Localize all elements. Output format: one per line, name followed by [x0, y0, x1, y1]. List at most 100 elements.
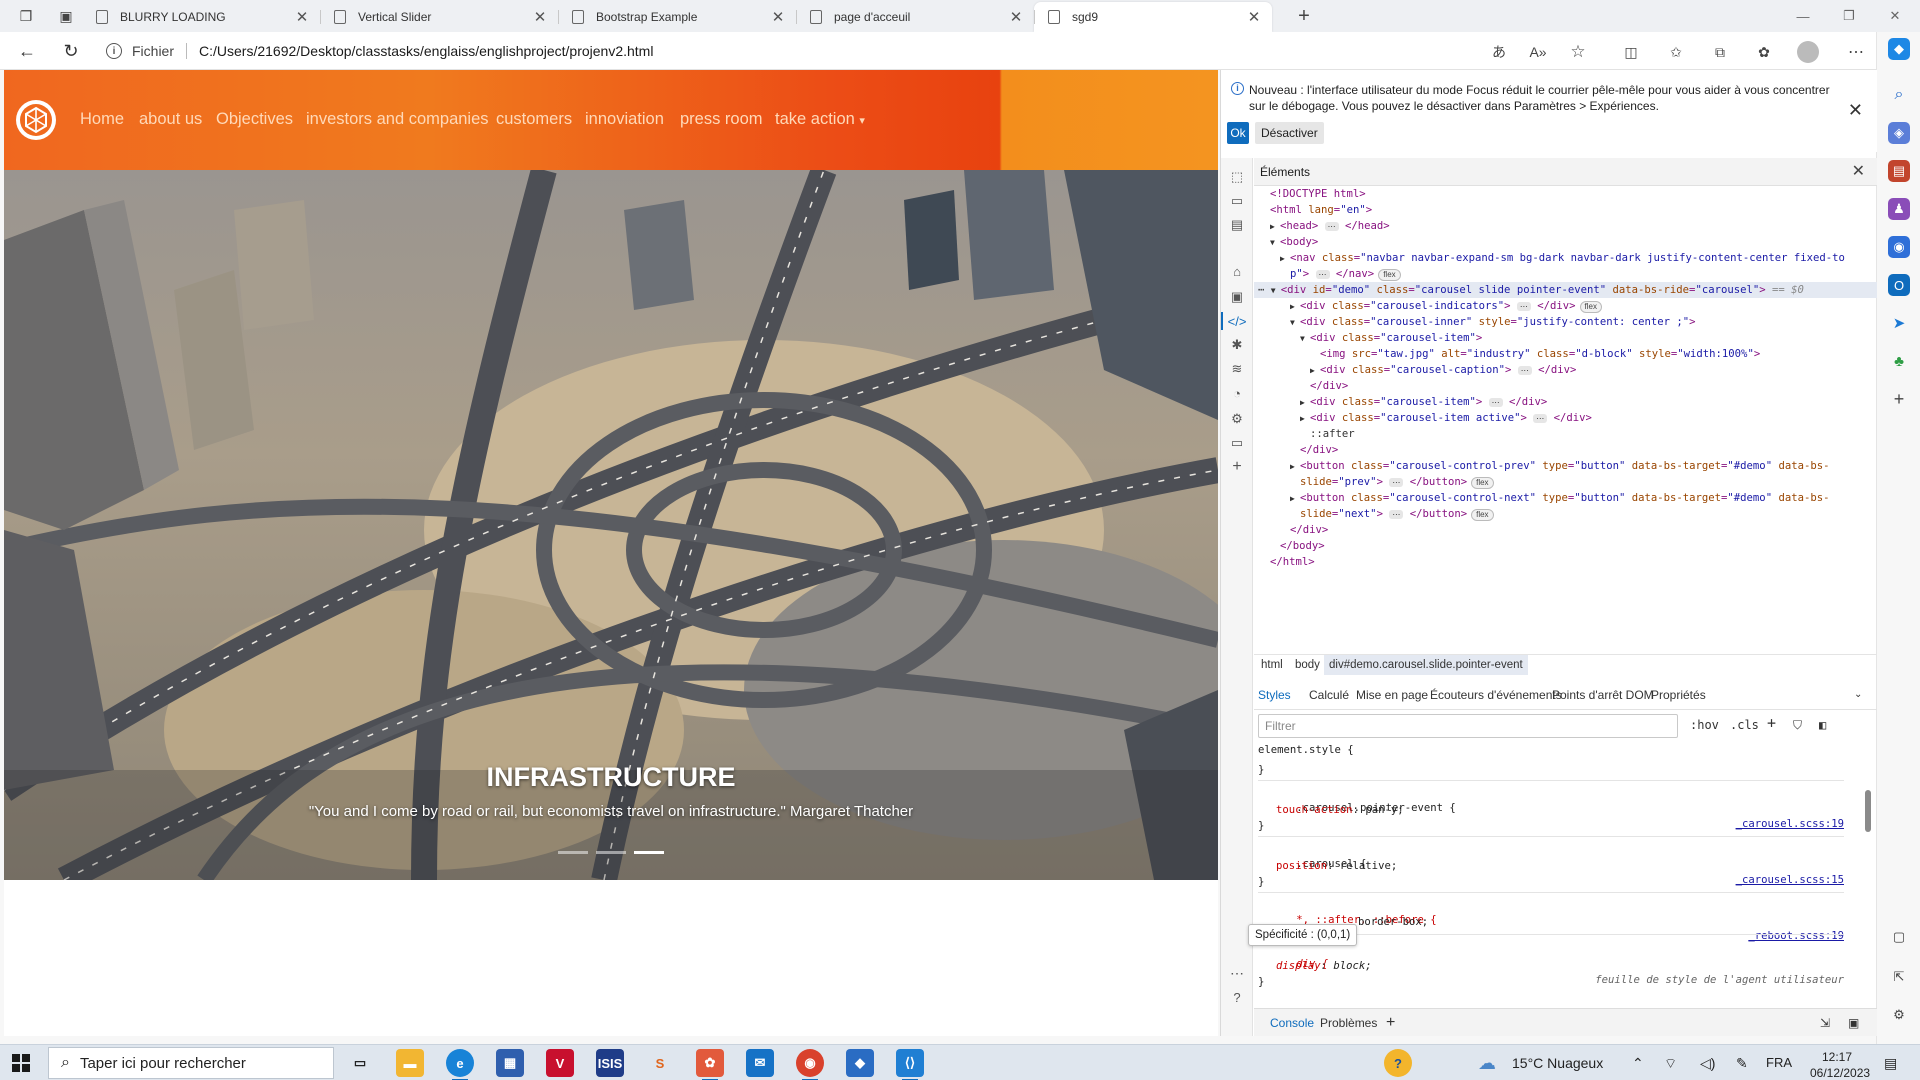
close-window-icon[interactable]: ✕	[1872, 0, 1918, 32]
network-icon[interactable]: ⌔	[1664, 1045, 1677, 1080]
dom-line[interactable]: ▶ <nav class="navbar navbar-expand-sm bg-…	[1254, 250, 1877, 266]
dock-icon[interactable]: ▤	[1228, 216, 1246, 234]
styles-filter-input[interactable]: Filtrer	[1258, 714, 1678, 738]
close-tab-icon[interactable]: ✕	[770, 8, 786, 26]
read-aloud-icon[interactable]: A»	[1527, 41, 1549, 63]
dom-line[interactable]: </body>	[1254, 538, 1877, 554]
profile-avatar[interactable]	[1797, 41, 1819, 63]
new-rule-plus-icon[interactable]: +	[1767, 714, 1776, 732]
dom-line[interactable]: ▶ <div class="carousel-caption"> ⋯ </div>	[1254, 362, 1877, 378]
info-icon[interactable]: i	[106, 43, 122, 59]
hov-toggle[interactable]: :hov	[1690, 718, 1719, 732]
deactivate-button[interactable]: Désactiver	[1255, 122, 1324, 144]
dom-line[interactable]: <!DOCTYPE html>	[1254, 186, 1877, 202]
dom-line[interactable]: </div>	[1254, 378, 1877, 394]
sidebar-layout-icon[interactable]: ▢	[1888, 926, 1910, 948]
pen-icon[interactable]: ✎	[1736, 1045, 1748, 1080]
styles-scrollbar[interactable]	[1865, 790, 1871, 832]
rule-declaration[interactable]: display: block;	[1258, 958, 1844, 974]
welcome-home-icon[interactable]: ⌂	[1228, 262, 1246, 280]
rule-selector[interactable]: element.style {	[1258, 742, 1844, 758]
back-icon[interactable]: ←	[14, 38, 40, 64]
breadcrumb-body[interactable]: body	[1290, 655, 1325, 675]
dom-line[interactable]: ▼ <div class="carousel-item">	[1254, 330, 1877, 346]
dom-line[interactable]: ▶ <div class="carousel-item"> ⋯ </div>	[1254, 394, 1877, 410]
split-screen-icon[interactable]: ◫	[1620, 41, 1642, 63]
tab-dom-breakpoints[interactable]: Points d'arrêt DOM	[1552, 680, 1654, 710]
nav-press-room[interactable]: press room	[680, 110, 763, 129]
tab-page-acceuil[interactable]: page d'acceuil ✕	[796, 2, 1034, 32]
rule-declaration[interactable]: position: relative;	[1258, 858, 1844, 874]
site-logo[interactable]	[16, 100, 56, 140]
favorites-icon[interactable]: ✩	[1665, 41, 1687, 63]
paint3d-icon[interactable]: ◆	[846, 1049, 874, 1077]
settings-gear-icon[interactable]: ⚙	[1228, 410, 1246, 428]
tab-properties[interactable]: Propriétés	[1651, 680, 1706, 710]
network-wifi-icon[interactable]: ≋	[1228, 360, 1246, 378]
search-icon[interactable]: ⌕	[1888, 84, 1910, 106]
nav-investors[interactable]: investors and companies	[306, 110, 489, 129]
application-icon[interactable]: ▭	[1228, 434, 1246, 452]
close-tab-icon[interactable]: ✕	[1246, 8, 1262, 26]
nav-about-us[interactable]: about us	[139, 110, 202, 129]
screencast-icon[interactable]: ▣	[1848, 1009, 1859, 1037]
add-sidebar-icon[interactable]: +	[1888, 388, 1910, 410]
toggle-sidebar-icon[interactable]: ◧	[1819, 718, 1826, 732]
breadcrumb-html[interactable]: html	[1256, 655, 1288, 675]
copilot-icon[interactable]: ◆	[1888, 38, 1910, 60]
settings-gear-icon[interactable]: ⚙	[1888, 1004, 1910, 1026]
translate-icon[interactable]: あ	[1488, 41, 1510, 63]
carousel-indicator-2[interactable]	[596, 851, 626, 854]
more-tools-plus-icon[interactable]: +	[1228, 458, 1246, 476]
clock-date[interactable]: 06/12/2023	[1810, 1055, 1870, 1080]
volume-icon[interactable]: ◁)	[1700, 1045, 1715, 1080]
tab-layout[interactable]: Mise en page	[1356, 680, 1428, 710]
breadcrumb-div-demo[interactable]: div#demo.carousel.slide.pointer-event	[1324, 655, 1528, 675]
chevron-down-icon[interactable]: ⌄	[1854, 680, 1862, 710]
dom-line[interactable]: slide="prev"> ⋯ </button> flex	[1254, 474, 1877, 490]
windows-start-icon[interactable]	[12, 1054, 30, 1072]
tab-vertical-slider[interactable]: Vertical Slider ✕	[320, 2, 558, 32]
performance-icon[interactable]: ◔	[1228, 384, 1246, 402]
nav-take-action-dropdown[interactable]: take action ▾	[775, 110, 865, 129]
close-tab-icon[interactable]: ✕	[294, 8, 310, 26]
tab-computed[interactable]: Calculé	[1309, 680, 1349, 710]
dom-line[interactable]: </html>	[1254, 554, 1877, 570]
debugger-bug-icon[interactable]: ✱	[1228, 336, 1246, 354]
tab-bootstrap-example[interactable]: Bootstrap Example ✕	[558, 2, 796, 32]
collections-icon[interactable]: ⧉	[1709, 41, 1731, 63]
restore-icon[interactable]: ❐	[1826, 0, 1872, 32]
tab-actions-icon[interactable]: ▣	[54, 4, 78, 28]
paint-app-icon[interactable]: ✿	[696, 1049, 724, 1080]
dom-line[interactable]: ▶ <head> ⋯ </head>	[1254, 218, 1877, 234]
add-drawer-tab-plus-icon[interactable]: +	[1386, 1009, 1395, 1037]
inspect-icon[interactable]: ⬚	[1228, 168, 1246, 186]
weather-text[interactable]: 15°C Nuageux	[1512, 1045, 1603, 1080]
nav-home[interactable]: Home	[80, 110, 124, 129]
tab-blurry-loading[interactable]: BLURRY LOADING ✕	[82, 2, 320, 32]
antivirus-icon[interactable]: V	[546, 1049, 574, 1077]
console-icon[interactable]: ▣	[1228, 288, 1246, 306]
device-emulation-icon[interactable]: ▭	[1228, 192, 1246, 210]
rule-universal[interactable]: *, ::after, ::before { _reboot.scss:19	[1258, 896, 1844, 942]
rule-carousel-pointer-event[interactable]: .carousel.pointer-event { _carousel.scss…	[1258, 784, 1844, 830]
paint-bucket-icon[interactable]: ⛉	[1793, 718, 1802, 733]
dom-line[interactable]: p"> ⋯ </nav> flex	[1254, 266, 1877, 282]
close-tab-icon[interactable]: ✕	[532, 8, 548, 26]
tools-icon[interactable]: ▤	[1888, 160, 1910, 182]
help-icon[interactable]: ?	[1228, 988, 1246, 1006]
task-view-icon[interactable]: ▭	[346, 1049, 374, 1077]
favorite-star-icon[interactable]: ☆	[1567, 41, 1589, 63]
dom-line[interactable]: ▶ <button class="carousel-control-next" t…	[1254, 490, 1877, 506]
dom-line[interactable]: slide="next"> ⋯ </button> flex	[1254, 506, 1877, 522]
tree-icon[interactable]: ♣	[1888, 350, 1910, 372]
cls-toggle[interactable]: .cls	[1730, 718, 1759, 732]
nav-innoviation[interactable]: innoviation	[585, 110, 664, 129]
close-tab-icon[interactable]: ✕	[1008, 8, 1024, 26]
nav-objectives[interactable]: Objectives	[216, 110, 293, 129]
chevron-up-icon[interactable]: ⌃	[1632, 1045, 1644, 1080]
isis-app-icon[interactable]: ISIS	[596, 1049, 624, 1077]
dom-line[interactable]: ::after	[1254, 426, 1877, 442]
dom-line[interactable]: </div>	[1254, 442, 1877, 458]
microsoft365-icon[interactable]: ◉	[1888, 236, 1910, 258]
